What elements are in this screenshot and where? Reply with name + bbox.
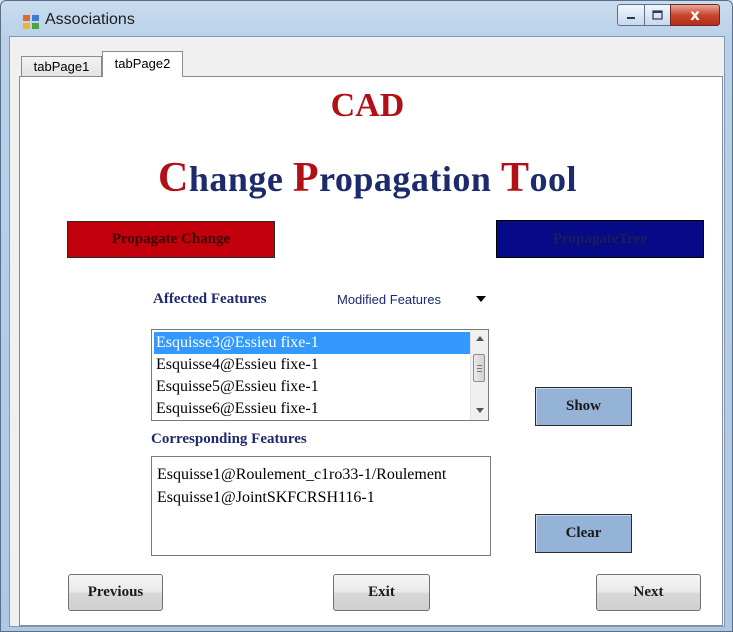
propagate-change-button[interactable]: Propagate Change xyxy=(67,221,275,258)
scroll-thumb[interactable] xyxy=(473,354,485,382)
heading-letter-t: T xyxy=(500,155,530,201)
previous-button[interactable]: Previous xyxy=(68,574,163,611)
features-type-dropdown[interactable]: Modified Features xyxy=(329,287,491,311)
list-item[interactable]: Esquisse5@Essieu fixe-1 xyxy=(154,376,470,398)
scroll-down-icon[interactable] xyxy=(476,408,484,413)
next-button[interactable]: Next xyxy=(596,574,701,611)
minimize-button[interactable] xyxy=(617,4,645,26)
exit-button[interactable]: Exit xyxy=(333,574,430,611)
close-button[interactable]: x xyxy=(670,4,720,26)
list-item[interactable]: Esquisse6@Essieu fixe-1 xyxy=(154,398,470,420)
corresponding-line: Esquisse1@Roulement_c1ro33-1/Roulement xyxy=(157,466,447,483)
heading-word-ropagation: ropagation xyxy=(319,159,501,199)
scroll-up-icon[interactable] xyxy=(476,336,484,341)
list-scrollbar[interactable] xyxy=(470,330,488,420)
maximize-button[interactable] xyxy=(644,4,671,26)
list-item[interactable]: Esquisse3@Essieu fixe-1 xyxy=(154,332,470,354)
app-icon xyxy=(23,15,39,29)
chevron-down-icon[interactable] xyxy=(476,296,486,302)
corresponding-features-label: Corresponding Features xyxy=(151,431,307,447)
window-title: Associations xyxy=(45,11,135,28)
title-bar[interactable]: Associations x xyxy=(1,1,732,37)
clear-button[interactable]: Clear xyxy=(535,514,632,553)
affected-features-label: Affected Features xyxy=(153,291,267,307)
heading-word-ool: ool xyxy=(529,159,577,199)
heading-cad: CAD xyxy=(330,87,405,124)
heading-letter-c: C xyxy=(158,155,189,201)
heading-word-hange: hange xyxy=(188,159,293,199)
propagate-tree-button[interactable]: PropagateTree xyxy=(496,220,704,258)
corresponding-line: Esquisse1@JointSKFCRSH116-1 xyxy=(157,489,375,506)
tab-tabpage1[interactable]: tabPage1 xyxy=(21,56,102,76)
corresponding-features-box[interactable]: Esquisse1@Roulement_c1ro33-1/Roulement E… xyxy=(151,456,491,556)
affected-features-list[interactable]: Esquisse3@Essieu fixe-1 Esquisse4@Essieu… xyxy=(151,329,489,421)
tab-tabpage2[interactable]: tabPage2 xyxy=(102,51,183,77)
features-type-value: Modified Features xyxy=(337,292,442,307)
close-icon: x xyxy=(690,6,700,24)
show-button[interactable]: Show xyxy=(535,387,632,426)
minimize-icon xyxy=(627,17,635,19)
main-window: Associations x tabPage1 tabPage2 CAD Cha… xyxy=(0,0,733,632)
heading-tool-title: Change Propagation Tool xyxy=(1,154,733,202)
maximize-icon xyxy=(652,10,663,20)
list-item[interactable]: Esquisse4@Essieu fixe-1 xyxy=(154,354,470,376)
heading-letter-p: P xyxy=(292,155,320,201)
